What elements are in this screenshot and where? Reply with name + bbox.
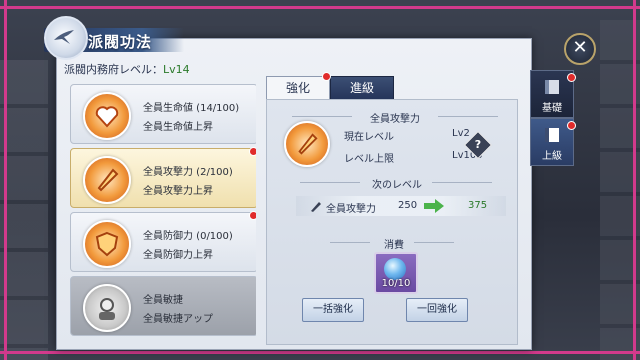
divider <box>292 116 352 117</box>
sword-small-icon <box>311 202 321 212</box>
sword-icon <box>83 156 131 204</box>
arrow-right-icon <box>424 199 444 213</box>
skill-desc: 全員生命値上昇 <box>143 122 213 133</box>
side-tab-label: 上級 <box>542 151 562 162</box>
skill-desc: 全員防御力上昇 <box>143 250 213 261</box>
cost-title: 消費 <box>384 240 404 251</box>
current-level-value: Lv2 <box>452 128 470 139</box>
tab-advance[interactable]: 進級 <box>330 76 394 100</box>
cost-item[interactable]: 10/10 <box>374 252 418 294</box>
skill-item-attack[interactable]: 全員攻撃力 (2/100) 全員攻撃力上昇 <box>70 147 256 208</box>
skill-item-hp[interactable]: 全員生命値 (14/100) 全員生命値上昇 <box>70 84 256 144</box>
stat-label: 全員攻撃力 <box>326 204 376 215</box>
frame-border-bottom <box>0 351 640 354</box>
skill-item-agility[interactable]: 全員敏捷 全員敏捷アップ <box>70 276 256 336</box>
book-icon <box>545 80 559 94</box>
skill-list[interactable]: 全員生命値 (14/100) 全員生命値上昇 全員攻撃力 (2/100) 全員攻… <box>62 78 256 346</box>
cost-count: 10/10 <box>381 278 411 289</box>
faction-level-prefix: 派閥内務府レベル： <box>64 63 163 76</box>
notification-dot <box>567 73 576 82</box>
side-tab-label: 基礎 <box>542 103 562 114</box>
stat-next: 375 <box>468 200 488 211</box>
tab-enhance[interactable]: 強化 <box>266 76 330 100</box>
skill-name: 全員敏捷 <box>143 295 183 306</box>
notification-dot <box>567 121 576 130</box>
shield-icon <box>83 220 131 268</box>
divider <box>300 182 360 183</box>
divider <box>438 116 498 117</box>
divider <box>330 242 370 243</box>
character-icon <box>83 284 131 332</box>
book-icon <box>545 128 559 142</box>
frame-border-top <box>0 6 640 9</box>
help-label: ? <box>474 138 482 151</box>
close-button[interactable]: ✕ <box>564 33 596 65</box>
background-left-menu <box>0 60 48 360</box>
stat-current: 250 <box>398 200 418 211</box>
max-level-label: レベル上限 <box>344 154 394 165</box>
current-level-label: 現在レベル <box>344 132 394 143</box>
frame-border-left <box>4 0 7 360</box>
sword-icon <box>284 121 330 167</box>
frame-border-right <box>633 0 636 360</box>
side-tab-basic[interactable]: 基礎 <box>530 70 576 118</box>
spirit-orb-icon <box>384 258 406 280</box>
heart-icon <box>83 92 131 140</box>
skill-item-defense[interactable]: 全員防御力 (0/100) 全員防御力上昇 <box>70 211 256 272</box>
crane-emblem-icon <box>44 16 88 60</box>
faction-level-value: Lv14 <box>163 63 190 76</box>
side-tab-advanced[interactable]: 上級 <box>530 118 576 166</box>
section-title: 全員攻撃力 <box>370 114 420 125</box>
skill-name: 全員生命値 (14/100) <box>143 103 240 114</box>
notification-dot <box>249 147 256 156</box>
notification-dot <box>249 211 256 220</box>
divider <box>414 242 454 243</box>
skill-desc: 全員攻撃力上昇 <box>143 186 213 197</box>
next-level-title: 次のレベル <box>372 180 422 191</box>
window-title: 派閥功法 <box>88 33 153 51</box>
notification-dot <box>322 72 331 81</box>
skill-desc: 全員敏捷アップ <box>143 314 213 325</box>
divider <box>432 182 492 183</box>
skill-name: 全員防御力 (0/100) <box>143 231 233 242</box>
single-enhance-button[interactable]: 一回強化 <box>406 298 468 322</box>
skill-name: 全員攻撃力 (2/100) <box>143 167 233 178</box>
bulk-enhance-button[interactable]: 一括強化 <box>302 298 364 322</box>
faction-level: 派閥内務府レベル：Lv14 <box>64 61 190 77</box>
